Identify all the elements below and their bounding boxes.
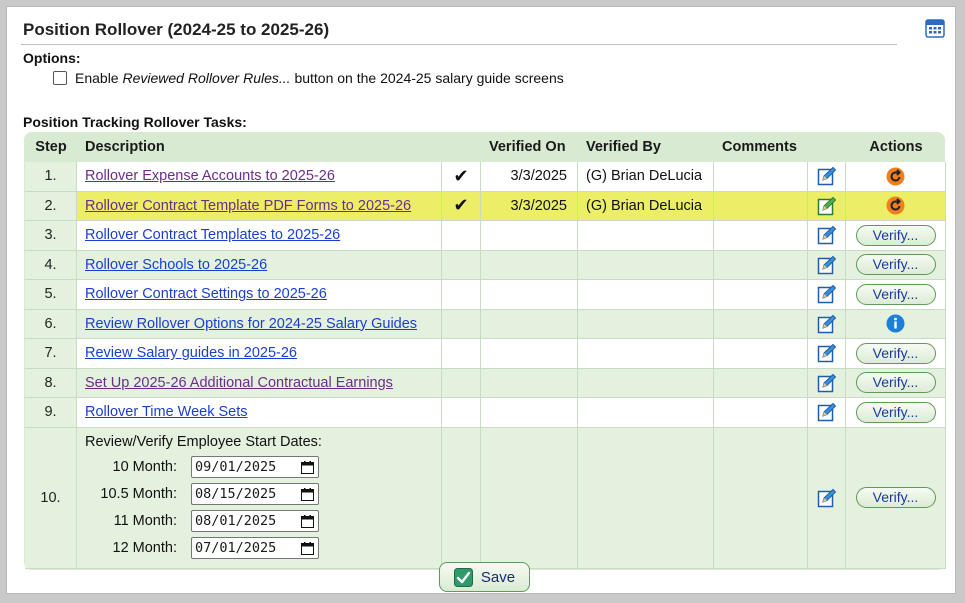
verified-on: 3/3/2025 xyxy=(481,191,578,221)
info-icon[interactable] xyxy=(886,314,905,333)
tasks-label: Position Tracking Rollover Tasks: xyxy=(23,114,247,130)
verified-by: (G) Brian DeLucia xyxy=(578,162,714,192)
row-step: 4. xyxy=(25,250,77,280)
row-step: 7. xyxy=(25,339,77,369)
verify-button[interactable]: Verify... xyxy=(855,254,936,276)
start-date-10-5-month-input[interactable]: 08/15/2025 xyxy=(191,483,319,505)
reviewed-rules-option: Enable Reviewed Rollover Rules... button… xyxy=(53,70,564,86)
date-picker-icon[interactable] xyxy=(301,514,314,528)
table-row: 6. Review Rollover Options for 2024-25 S… xyxy=(25,309,946,339)
task-link[interactable]: Rollover Expense Accounts to 2025-26 xyxy=(85,168,335,184)
edit-comment-icon[interactable] xyxy=(817,373,837,393)
row-step: 2. xyxy=(25,191,77,221)
edit-comment-icon[interactable] xyxy=(817,255,837,275)
table-row: 7. Review Salary guides in 2025-26 Verif… xyxy=(25,339,946,369)
date-label: 11 Month: xyxy=(113,513,177,529)
start-dates-heading: Review/Verify Employee Start Dates: xyxy=(85,433,322,450)
col-step: Step xyxy=(35,139,67,155)
task-link[interactable]: Set Up 2025-26 Additional Contractual Ea… xyxy=(85,375,393,391)
save-button[interactable]: Save xyxy=(439,562,530,592)
checkmark-icon xyxy=(453,567,473,587)
reviewed-rules-checkbox[interactable] xyxy=(53,71,67,85)
start-date-12-month-input[interactable]: 07/01/2025 xyxy=(191,537,319,559)
table-row: 4. Rollover Schools to 2025-26 Verify... xyxy=(25,250,946,280)
col-verified-on: Verified On xyxy=(489,139,566,155)
task-link[interactable]: Rollover Schools to 2025-26 xyxy=(85,257,267,273)
date-value: 09/01/2025 xyxy=(195,459,277,475)
row-step: 8. xyxy=(25,368,77,398)
edit-comment-icon[interactable] xyxy=(817,402,837,422)
date-value: 08/15/2025 xyxy=(195,486,277,502)
save-label: Save xyxy=(480,568,516,586)
date-picker-icon[interactable] xyxy=(301,541,314,555)
date-value: 07/01/2025 xyxy=(195,540,277,556)
date-label: 12 Month: xyxy=(112,540,178,556)
col-edit xyxy=(808,132,846,162)
verify-button[interactable]: Verify... xyxy=(855,342,936,364)
verify-button[interactable]: Verify... xyxy=(855,372,936,394)
tasks-table: Step Description Verified On Verified By… xyxy=(25,132,946,569)
task-link[interactable]: Rollover Contract Template PDF Forms to … xyxy=(85,198,411,214)
row-step: 6. xyxy=(25,309,77,339)
table-row: 8. Set Up 2025-26 Additional Contractual… xyxy=(25,368,946,398)
edit-comment-icon[interactable] xyxy=(817,488,837,508)
verify-button[interactable]: Verify... xyxy=(855,487,936,508)
option-text-prefix: Enable xyxy=(75,70,123,86)
title-divider xyxy=(21,44,897,45)
edit-comment-icon[interactable] xyxy=(817,225,837,245)
table-row: 3. Rollover Contract Templates to 2025-2… xyxy=(25,221,946,251)
option-text-suffix: button on the 2024-25 salary guide scree… xyxy=(290,70,564,86)
comments-cell xyxy=(714,162,808,192)
row-step: 3. xyxy=(25,221,77,251)
options-label: Options: xyxy=(23,50,81,66)
verify-button[interactable]: Verify... xyxy=(855,401,936,423)
col-actions: Actions xyxy=(869,139,923,155)
row-step: 1. xyxy=(25,162,77,192)
undo-icon[interactable] xyxy=(886,196,905,215)
task-link[interactable]: Rollover Contract Settings to 2025-26 xyxy=(85,286,327,302)
rollover-panel: Position Rollover (2024-25 to 2025-26) O… xyxy=(6,6,956,594)
undo-icon[interactable] xyxy=(886,167,905,186)
tasks-table-container: Step Description Verified On Verified By… xyxy=(24,132,946,570)
edit-comment-icon[interactable] xyxy=(817,343,837,363)
option-text-emphasis: Reviewed Rollover Rules... xyxy=(122,70,291,86)
task-link[interactable]: Rollover Time Week Sets xyxy=(85,404,248,420)
start-date-10-month-input[interactable]: 09/01/2025 xyxy=(191,456,319,478)
col-verified-by: Verified By xyxy=(586,139,661,155)
col-description: Description xyxy=(85,139,165,155)
verify-button[interactable]: Verify... xyxy=(855,283,936,305)
edit-comment-icon[interactable] xyxy=(817,314,837,334)
row-step: 5. xyxy=(25,280,77,310)
date-label: 10 Month: xyxy=(112,459,178,475)
verified-check: ✔ xyxy=(442,191,481,221)
start-date-11-month-input[interactable]: 08/01/2025 xyxy=(191,510,319,532)
calendar-icon[interactable] xyxy=(924,17,946,39)
verified-check: ✔ xyxy=(442,162,481,192)
verified-by: (G) Brian DeLucia xyxy=(578,191,714,221)
col-comments: Comments xyxy=(722,139,797,155)
verified-on: 3/3/2025 xyxy=(481,162,578,192)
table-row-start-dates: 10. Review/Verify Employee Start Dates: … xyxy=(25,427,946,569)
table-row: 2. Rollover Contract Template PDF Forms … xyxy=(25,191,946,221)
table-header: Step Description Verified On Verified By… xyxy=(25,132,946,162)
edit-comment-icon[interactable] xyxy=(817,166,837,186)
comments-cell xyxy=(714,191,808,221)
page-title: Position Rollover (2024-25 to 2025-26) xyxy=(23,20,330,39)
task-link[interactable]: Review Rollover Options for 2024-25 Sala… xyxy=(85,316,417,332)
row-step: 10. xyxy=(25,427,77,569)
table-row: 1. Rollover Expense Accounts to 2025-26 … xyxy=(25,162,946,192)
date-value: 08/01/2025 xyxy=(195,513,277,529)
verify-button[interactable]: Verify... xyxy=(855,224,936,246)
date-picker-icon[interactable] xyxy=(301,487,314,501)
edit-comment-icon[interactable] xyxy=(817,284,837,304)
table-row: 9. Rollover Time Week Sets Verify... xyxy=(25,398,946,428)
edit-comment-icon[interactable] xyxy=(817,196,837,216)
col-check xyxy=(442,132,481,162)
task-link[interactable]: Rollover Contract Templates to 2025-26 xyxy=(85,227,340,243)
date-picker-icon[interactable] xyxy=(301,460,314,474)
date-label: 10.5 Month: xyxy=(100,486,177,502)
task-link[interactable]: Review Salary guides in 2025-26 xyxy=(85,345,297,361)
row-step: 9. xyxy=(25,398,77,428)
table-row: 5. Rollover Contract Settings to 2025-26… xyxy=(25,280,946,310)
